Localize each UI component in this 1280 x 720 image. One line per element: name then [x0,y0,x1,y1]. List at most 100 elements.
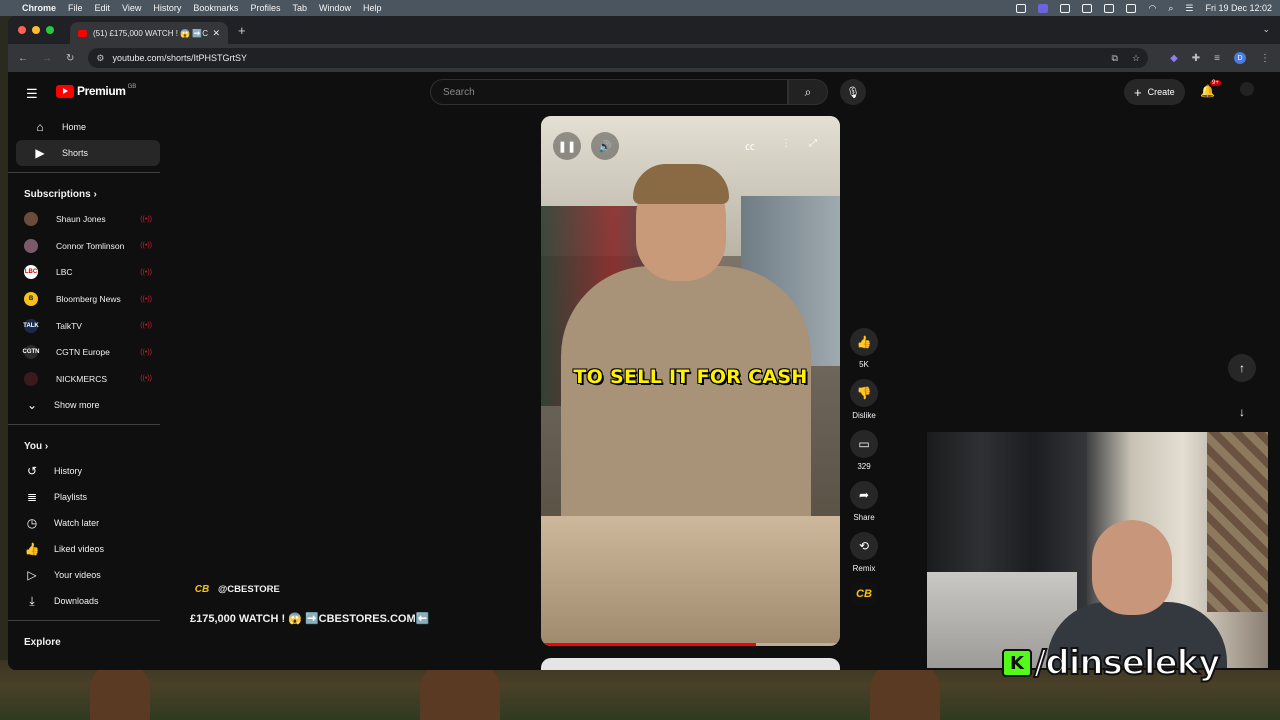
you-heading[interactable]: You › [8,431,168,458]
extensions-puzzle-icon[interactable]: ✚ [1192,53,1200,64]
menu-help[interactable]: Help [363,3,382,13]
chrome-menu-icon[interactable]: ⋮ [1260,53,1270,64]
arrow-up-icon: ↑ [1239,361,1245,375]
like-button[interactable]: 👍 5K [846,328,882,369]
status-app-icon[interactable] [1016,3,1027,13]
comments-button[interactable]: ▭ 329 [846,430,882,471]
menu-bookmarks[interactable]: Bookmarks [193,3,238,13]
share-label: Share [853,513,875,522]
remix-button[interactable]: ⟲ Remix [846,532,882,573]
new-tab-button[interactable]: + [238,23,246,38]
video-progress-bar[interactable] [541,643,840,646]
menu-tab[interactable]: Tab [292,3,307,13]
status-app-icon[interactable] [1126,3,1137,13]
sidebar-item-your-videos[interactable]: ▷ Your videos [8,562,168,588]
menu-window[interactable]: Window [319,3,351,13]
short-video-player[interactable]: ❚❚ 🔊 ㏄ ⋮ ⤢ TO SELL IT FOR CASH [541,116,840,646]
subscriptions-heading[interactable]: Subscriptions › [8,179,168,206]
menu-profiles[interactable]: Profiles [250,3,280,13]
sidebar-subscription-item[interactable]: NICKMERCS ((•)) [8,366,168,393]
screen-record-icon[interactable] [1038,3,1049,13]
sidebar-subscription-item[interactable]: LBC LBC ((•)) [8,259,168,286]
short-title[interactable]: £175,000 WATCH ! 😱 ➡️CBESTORES.COM⬅️ [190,612,429,625]
sidebar-item-shorts[interactable]: ▶ Shorts [16,140,160,166]
show-more-button[interactable]: ⌄ Show more [8,392,168,418]
reload-icon[interactable]: ↻ [66,53,74,64]
extension-icon[interactable]: ◆ [1170,53,1178,64]
sidebar-subscription-item[interactable]: B Bloomberg News ((•)) [8,286,168,313]
sidebar-subscription-item[interactable]: TALK TalkTV ((•)) [8,312,168,339]
url-text[interactable]: youtube.com/shorts/ItPHSTGrtSY [112,53,247,63]
install-app-icon[interactable]: ⧉ [1112,53,1118,64]
menu-edit[interactable]: Edit [95,3,111,13]
menu-file[interactable]: File [68,3,83,13]
search-input[interactable]: Search [430,79,788,105]
channel-avatar: B [24,292,38,307]
live-indicator-icon: ((•)) [140,295,152,303]
sidebar-item-playlists[interactable]: ≣ Playlists [8,484,168,510]
sidebar-item-label: Downloads [54,596,99,607]
comment-icon: ▭ [850,430,878,458]
browser-tab[interactable]: (51) £175,000 WATCH ! 😱 ➡️CBESTO ✕ [70,22,228,44]
sidebar-subscription-item[interactable]: CGTN CGTN Europe ((•)) [8,339,168,366]
status-app-icon[interactable] [1104,3,1115,13]
menu-history[interactable]: History [153,3,181,13]
channel-avatar[interactable]: CB [192,580,212,598]
spotlight-icon[interactable]: ⌕ [1168,3,1173,14]
guide-menu-icon[interactable]: ☰ [26,86,38,102]
sidebar-item-watch-later[interactable]: ◷ Watch later [8,510,168,536]
wifi-icon[interactable]: ◠ [1148,3,1156,14]
fullscreen-icon[interactable]: ⤢ [809,138,817,149]
youtube-play-icon [56,84,74,98]
forward-icon[interactable]: → [42,53,52,64]
sidebar-item-home[interactable]: ⌂ Home [16,114,160,140]
menubar-app-name[interactable]: Chrome [22,3,56,13]
sidebar-subscription-item[interactable]: Connor Tomlinson ((•)) [8,233,168,260]
zoom-window-button[interactable] [46,26,54,34]
pause-icon: ❚❚ [557,140,577,153]
youtube-masthead: ☰ Premium GB Search ⌕ 🎙 + Create 🔔 9+ [8,72,1280,114]
status-app-icon[interactable] [1060,3,1071,13]
channel-handle[interactable]: @CBESTORE [218,584,280,595]
create-button[interactable]: + Create [1124,79,1185,105]
sidebar-subscription-item[interactable]: Shaun Jones ((•)) [8,206,168,233]
search-button[interactable]: ⌕ [788,79,828,105]
notifications-bell-icon[interactable]: 🔔 [1200,84,1215,98]
volume-icon: 🔊 [598,140,612,153]
profile-avatar[interactable]: D [1234,52,1246,64]
control-center-icon[interactable]: ☰ [1185,3,1193,14]
volume-button[interactable]: 🔊 [591,132,619,160]
share-button[interactable]: ➦ Share [846,481,882,522]
minimize-window-button[interactable] [32,26,40,34]
reading-list-icon[interactable]: ≡ [1214,53,1220,64]
status-app-icon[interactable] [1082,3,1093,13]
tab-search-icon[interactable]: ⌄ [1262,24,1270,35]
pause-button[interactable]: ❚❚ [553,132,581,160]
more-options-icon[interactable]: ⋮ [781,138,791,149]
short-channel[interactable]: CB @CBESTORE [192,580,280,598]
menubar-clock[interactable]: Fri 19 Dec 12:02 [1205,3,1272,13]
voice-search-button[interactable]: 🎙 [840,79,866,105]
youtube-premium-logo[interactable]: Premium GB [56,84,136,98]
close-window-button[interactable] [18,26,26,34]
account-avatar[interactable] [1240,82,1254,96]
back-icon[interactable]: ← [18,53,28,64]
next-short-preview[interactable] [541,658,840,670]
dislike-button[interactable]: 👎 Dislike [846,379,882,420]
sidebar-item-history[interactable]: ↺ History [8,458,168,484]
video-caption: TO SELL IT FOR CASH [573,366,808,388]
previous-short-button[interactable]: ↑ [1228,354,1256,382]
live-indicator-icon: ((•)) [140,348,152,356]
close-tab-icon[interactable]: ✕ [212,28,220,39]
channel-logo-button[interactable]: CB [851,583,877,605]
sidebar-item-liked-videos[interactable]: 👍 Liked videos [8,536,168,562]
menu-view[interactable]: View [122,3,141,13]
downloads-icon: ⤓ [29,593,35,608]
sidebar-item-downloads[interactable]: ⤓ Downloads [8,588,168,614]
captions-icon[interactable]: ㏄ [745,138,755,153]
logo-region: GB [127,84,137,90]
address-bar[interactable]: ⚙ youtube.com/shorts/ItPHSTGrtSY ⧉ ☆ [88,48,1149,68]
site-info-icon[interactable]: ⚙ [96,53,104,64]
bookmark-star-icon[interactable]: ☆ [1132,53,1140,64]
next-short-button[interactable]: ↓ [1228,402,1256,422]
